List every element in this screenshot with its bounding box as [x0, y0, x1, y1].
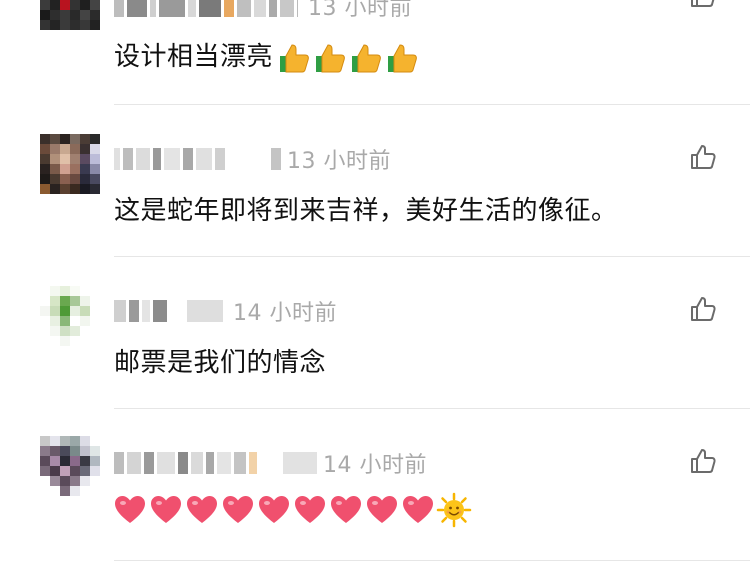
thumbs-up-emoji-group	[275, 40, 419, 76]
comment-item: 14 小时前 邮票是我们的情念	[0, 256, 750, 408]
username-blurred[interactable]	[114, 451, 317, 475]
username-blurred[interactable]	[114, 299, 223, 323]
thumbs-up-icon	[316, 43, 345, 72]
like-icon[interactable]	[688, 294, 718, 324]
heart-icon	[115, 496, 145, 523]
comment-time: 14 小时前	[323, 453, 427, 478]
heart-icon	[151, 496, 181, 523]
comment-time: 13 小时前	[287, 149, 391, 174]
heart-icon	[367, 496, 397, 523]
avatar[interactable]	[40, 286, 100, 346]
heart-icon	[403, 496, 433, 523]
divider	[114, 560, 750, 561]
thumbs-up-icon	[352, 43, 381, 72]
avatar[interactable]	[40, 134, 100, 194]
comment-meta: 13 小时前	[114, 0, 412, 21]
comment-emoji-row	[112, 492, 472, 528]
heart-icon	[223, 496, 253, 523]
comment-text: 设计相当漂亮	[114, 36, 419, 76]
comment-meta: 13 小时前	[114, 144, 391, 174]
like-icon[interactable]	[688, 142, 718, 172]
avatar[interactable]	[40, 0, 100, 30]
comment-text-body: 设计相当漂亮	[114, 42, 274, 72]
username-blurred[interactable]	[114, 0, 298, 18]
comment-item: 14 小时前	[0, 408, 750, 560]
comment-item: 13 小时前 这是蛇年即将到来吉祥，美好生活的像征。	[0, 104, 750, 256]
sun-with-face-icon	[436, 492, 472, 528]
comment-list: 13 小时前 设计相当漂亮 13 小时前 这是蛇年即将到来吉祥，美好生活的像征。…	[0, 0, 750, 574]
heart-icon	[187, 496, 217, 523]
comment-text: 邮票是我们的情念	[114, 348, 327, 378]
heart-icon	[259, 496, 289, 523]
comment-meta: 14 小时前	[114, 448, 427, 478]
avatar[interactable]	[40, 436, 100, 496]
heart-icon	[331, 496, 361, 523]
username-blurred[interactable]	[114, 147, 281, 171]
comment-meta: 14 小时前	[114, 296, 337, 326]
like-icon[interactable]	[688, 0, 718, 10]
thumbs-up-icon	[388, 43, 417, 72]
comment-text: 这是蛇年即将到来吉祥，美好生活的像征。	[114, 196, 618, 226]
heart-icon	[295, 496, 325, 523]
like-icon[interactable]	[688, 446, 718, 476]
thumbs-up-icon	[280, 43, 309, 72]
comment-time: 14 小时前	[233, 301, 337, 326]
comment-time: 13 小时前	[308, 0, 412, 21]
